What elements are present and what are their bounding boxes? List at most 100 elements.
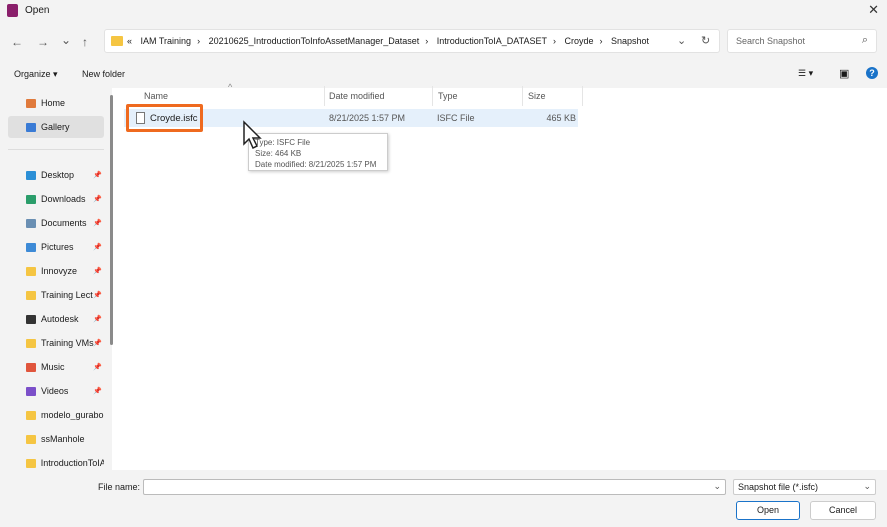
view-options-button[interactable]: ☰ ▾ xyxy=(798,68,813,79)
pin-icon[interactable]: 📌 xyxy=(93,387,102,395)
breadcrumb: « IAM Training › 20210625_IntroductionToI… xyxy=(127,36,655,46)
column-header-name[interactable]: Name xyxy=(144,91,168,101)
pin-icon[interactable]: 📌 xyxy=(93,291,102,299)
pin-icon[interactable]: 📌 xyxy=(93,315,102,323)
file-name-input[interactable]: ⌄ xyxy=(143,479,726,495)
column-divider xyxy=(324,86,325,106)
chevron-down-icon[interactable]: ⌄ xyxy=(713,481,721,492)
sidebar-item-label: Training VMs xyxy=(41,338,94,348)
column-divider xyxy=(582,86,583,106)
sidebar-item-music[interactable]: Music 📌 xyxy=(8,356,104,378)
column-header-size[interactable]: Size xyxy=(528,91,546,101)
crumb[interactable]: Snapshot xyxy=(611,36,649,46)
sidebar-item-autodesk[interactable]: Autodesk 📌 xyxy=(8,308,104,330)
cancel-button[interactable]: Cancel xyxy=(810,501,876,520)
chevron-right-icon: › xyxy=(552,36,556,46)
column-header-type[interactable]: Type xyxy=(438,91,458,101)
sidebar-item-innovyze[interactable]: Innovyze 📌 xyxy=(8,260,104,282)
address-bar[interactable]: « IAM Training › 20210625_IntroductionToI… xyxy=(104,29,720,53)
sidebar-item-desktop[interactable]: Desktop 📌 xyxy=(8,164,104,186)
crumb[interactable]: 20210625_IntroductionToInfoAssetManager_… xyxy=(209,36,420,46)
sidebar-item-label: Gallery xyxy=(41,122,70,132)
search-placeholder: Search Snapshot xyxy=(736,36,806,46)
file-date: 8/21/2025 1:57 PM xyxy=(329,113,406,123)
documents-icon xyxy=(26,218,36,228)
sidebar-item-label: Pictures xyxy=(41,242,74,252)
refresh-icon[interactable]: ↻ xyxy=(701,34,710,47)
sort-ascending-icon: ^ xyxy=(228,82,233,92)
pin-icon[interactable]: 📌 xyxy=(93,195,102,203)
sidebar-item-label: Innovyze xyxy=(41,266,78,276)
autodesk-icon xyxy=(26,314,36,324)
sidebar-item-home[interactable]: Home xyxy=(8,92,104,114)
sidebar-item-label: IntroductionToIA xyxy=(40,458,104,468)
sidebar-item-label: Videos xyxy=(41,386,69,396)
command-bar: Organize ▾ New folder ☰ ▾ ▣ ? xyxy=(0,60,887,88)
chevron-right-icon: › xyxy=(425,36,429,46)
pin-icon[interactable]: 📌 xyxy=(93,363,102,371)
sidebar-scrollbar[interactable] xyxy=(110,95,113,345)
crumb[interactable]: IntroductionToIA_DATASET xyxy=(437,36,547,46)
sidebar-item-videos[interactable]: Videos 📌 xyxy=(8,380,104,402)
pin-icon[interactable]: 📌 xyxy=(93,243,102,251)
file-size: 465 KB xyxy=(546,113,576,123)
file-type: ISFC File xyxy=(437,113,475,123)
tooltip-size: Size: 464 KB xyxy=(255,149,302,158)
folder-icon xyxy=(26,434,36,444)
folder-icon xyxy=(111,36,123,46)
chevron-right-icon: › xyxy=(197,36,201,46)
overflow-crumb[interactable]: « xyxy=(127,36,132,46)
window-title: Open xyxy=(25,5,50,16)
help-button[interactable]: ? xyxy=(866,67,878,79)
new-folder-button[interactable]: New folder xyxy=(82,69,125,79)
desktop-icon xyxy=(26,170,36,180)
search-input[interactable]: Search Snapshot ⌕ xyxy=(727,29,877,53)
column-header-date[interactable]: Date modified xyxy=(329,91,385,101)
sidebar-item-label: Home xyxy=(41,98,66,108)
crumb[interactable]: Croyde xyxy=(564,36,593,46)
crumb[interactable]: IAM Training xyxy=(141,36,192,46)
file-name-label: File name: xyxy=(98,482,141,492)
folder-icon xyxy=(26,410,36,420)
music-icon xyxy=(26,362,36,372)
preview-pane-button[interactable]: ▣ xyxy=(839,67,849,80)
pin-icon[interactable]: 📌 xyxy=(93,171,102,179)
sidebar-item-label: Downloads xyxy=(41,194,86,204)
mouse-cursor-icon xyxy=(243,120,262,150)
sidebar-item-downloads[interactable]: Downloads 📌 xyxy=(8,188,104,210)
sidebar-item-training-vms[interactable]: Training VMs 📌 xyxy=(8,332,104,354)
forward-button[interactable]: → xyxy=(37,35,49,49)
sidebar-item-label: Music xyxy=(41,362,65,372)
sidebar-item-documents[interactable]: Documents 📌 xyxy=(8,212,104,234)
videos-icon xyxy=(26,386,36,396)
pictures-icon xyxy=(26,242,36,252)
pin-icon[interactable]: 📌 xyxy=(93,219,102,227)
back-button[interactable]: ← xyxy=(11,35,23,49)
sidebar-item-modelo-gurabo[interactable]: modelo_gurabo xyxy=(8,404,104,426)
home-icon xyxy=(26,98,36,108)
sidebar-item-ssmanhole[interactable]: ssManhole xyxy=(8,428,104,450)
up-button[interactable]: ↑ xyxy=(82,35,88,49)
pin-icon[interactable]: 📌 xyxy=(93,339,102,347)
sidebar-item-pictures[interactable]: Pictures 📌 xyxy=(8,236,104,258)
gallery-icon xyxy=(26,122,36,132)
folder-icon xyxy=(26,338,36,348)
recent-locations-button[interactable]: ⌄ xyxy=(61,33,71,47)
close-button[interactable]: ✕ xyxy=(868,2,879,18)
chevron-down-icon: ⌄ xyxy=(863,481,871,491)
organize-button[interactable]: Organize ▾ xyxy=(14,69,58,80)
address-dropdown-icon[interactable]: ⌄ xyxy=(677,34,686,47)
folder-icon xyxy=(26,290,36,300)
sidebar-item-training-lect[interactable]: Training Lect 📌 xyxy=(8,284,104,306)
sidebar-item-label: Documents xyxy=(41,218,87,228)
highlight-box xyxy=(126,104,203,132)
pin-icon[interactable]: 📌 xyxy=(93,267,102,275)
footer: File name: ⌄ Snapshot file (*.isfc) ⌄ Op… xyxy=(0,470,887,527)
file-type-filter[interactable]: Snapshot file (*.isfc) ⌄ xyxy=(733,479,876,495)
folder-icon xyxy=(26,458,36,468)
sidebar-item-label: Desktop xyxy=(41,170,75,180)
search-icon: ⌕ xyxy=(861,34,868,46)
sidebar-item-gallery[interactable]: Gallery xyxy=(8,116,104,138)
sidebar-item-label: Training Lect xyxy=(41,290,93,300)
open-button[interactable]: Open xyxy=(736,501,800,520)
